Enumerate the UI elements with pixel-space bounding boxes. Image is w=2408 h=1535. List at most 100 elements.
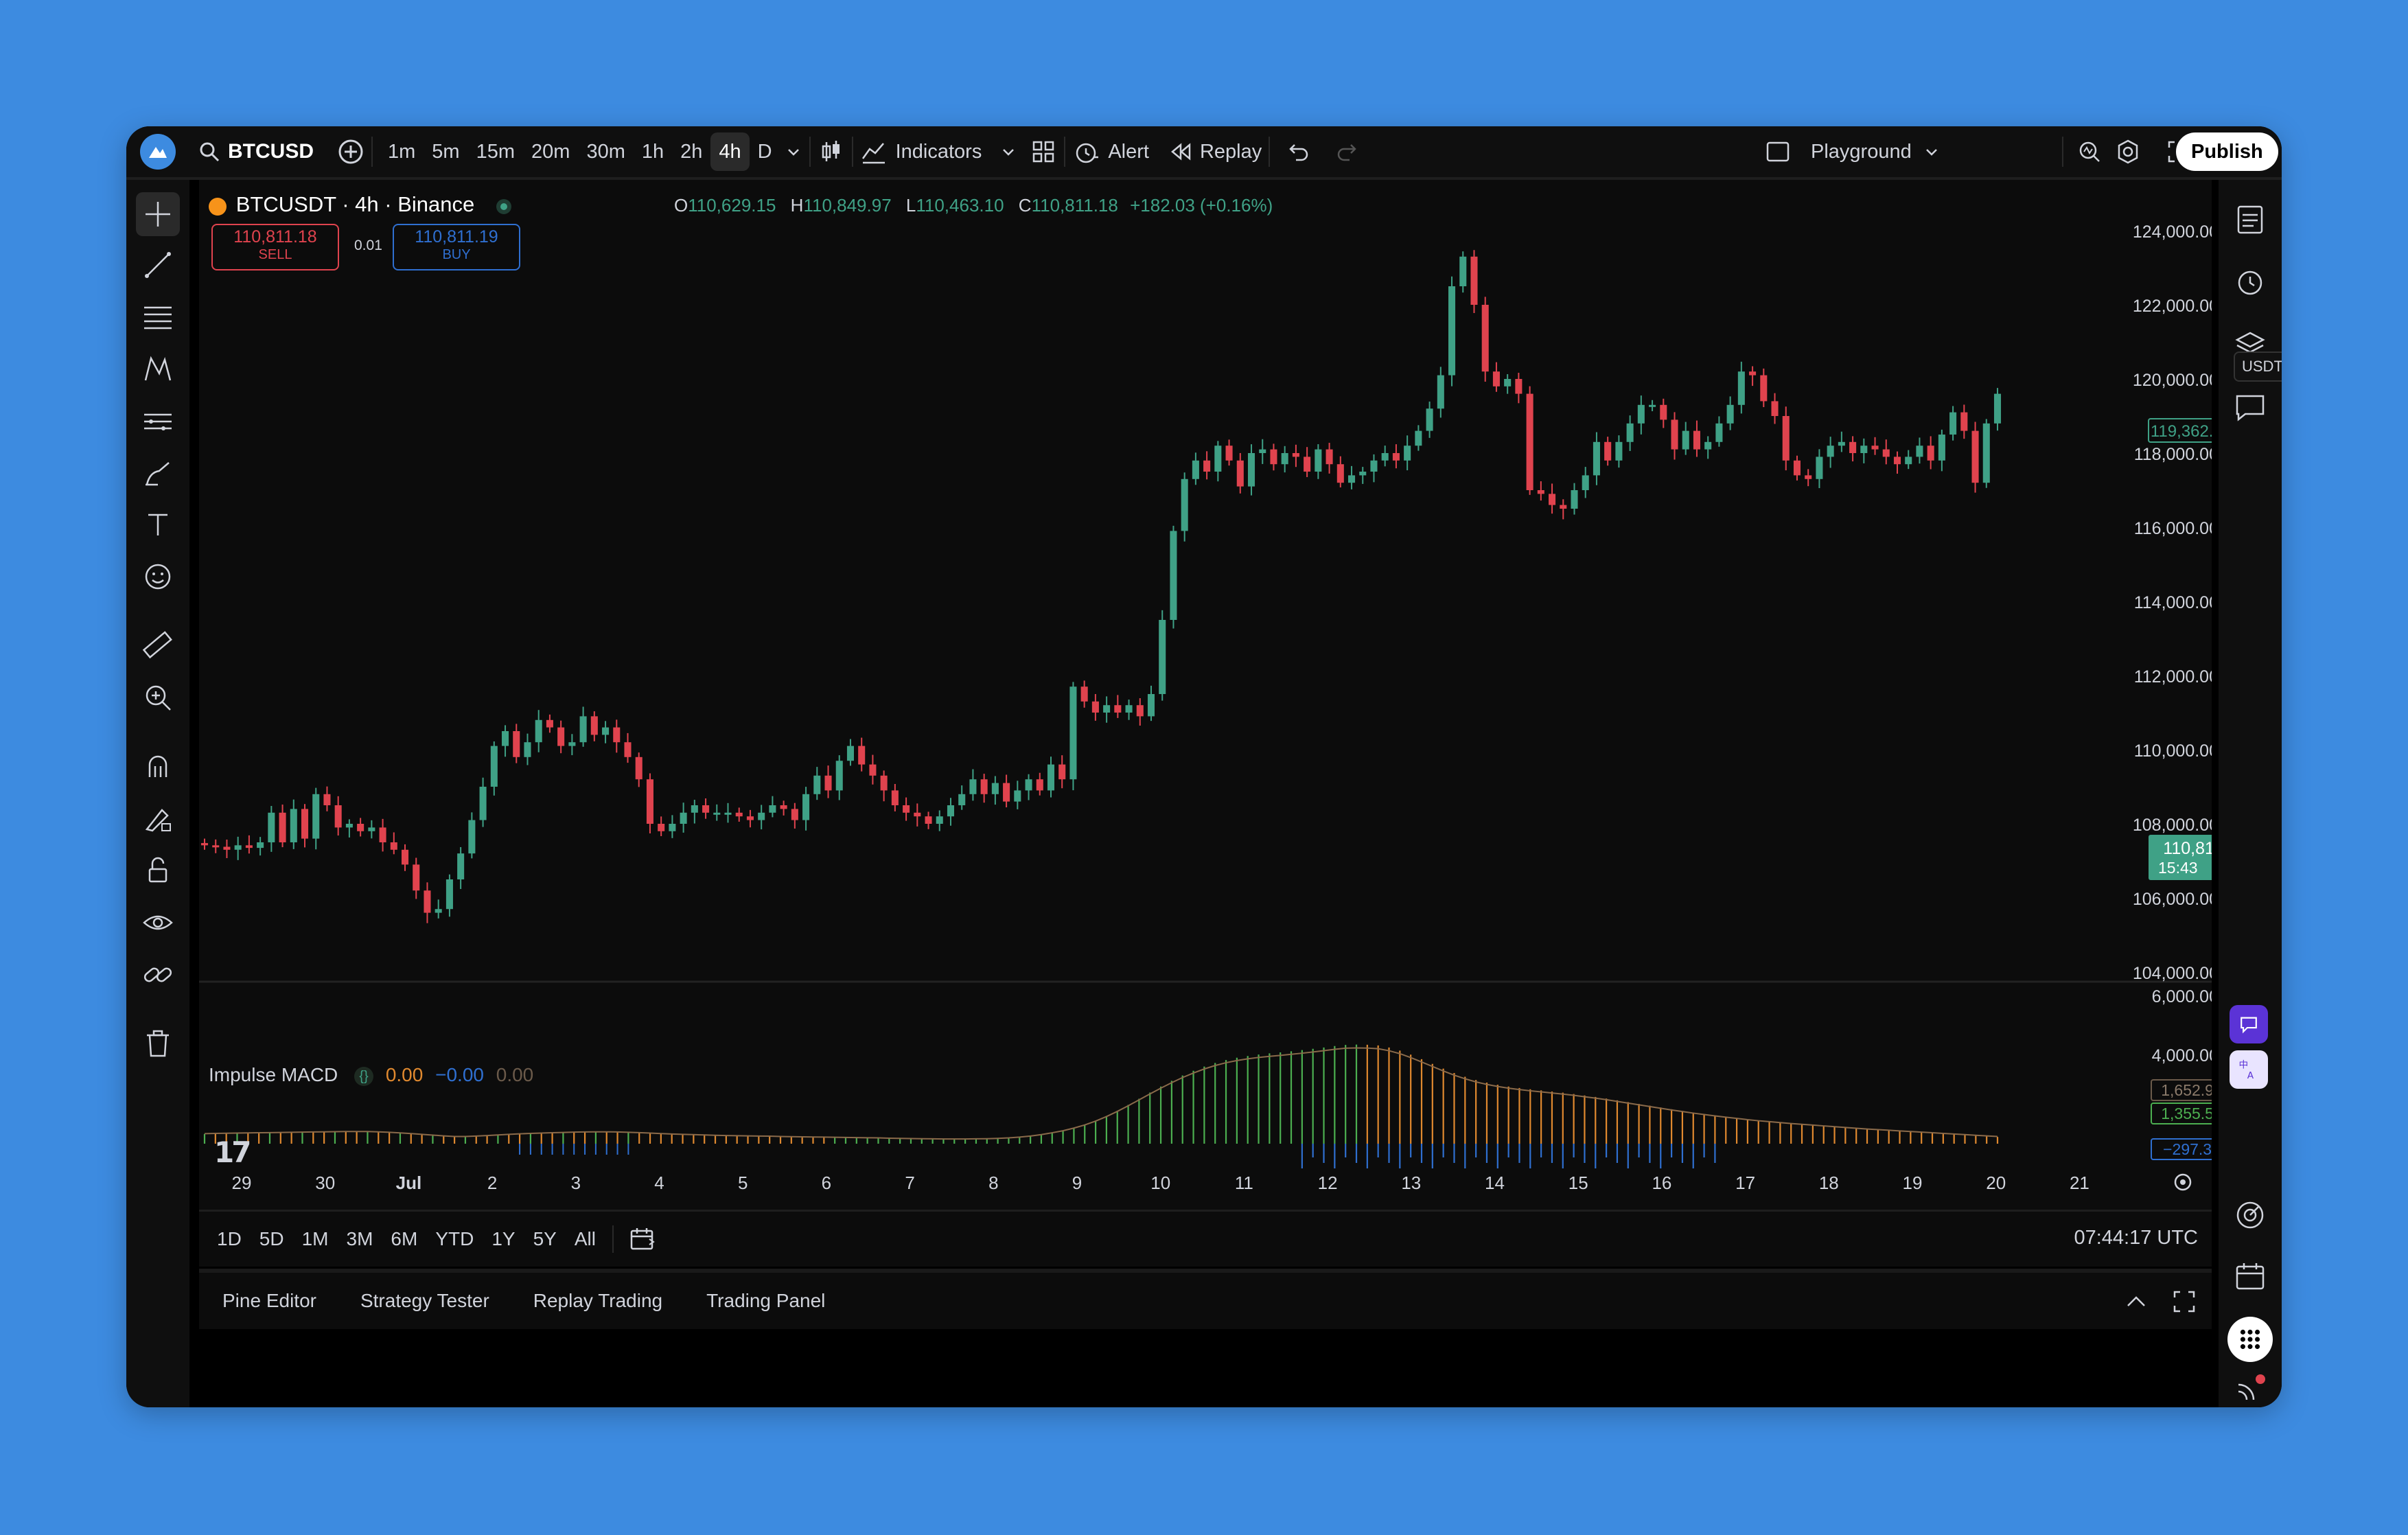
period-3m[interactable]: 3M	[347, 1228, 373, 1250]
interval-15m[interactable]: 15m	[468, 132, 523, 171]
sell-price: 110,811.18	[233, 227, 317, 246]
candle-body	[1359, 472, 1367, 476]
candle-body	[1147, 694, 1155, 717]
apps-grid-icon[interactable]	[2227, 1317, 2273, 1362]
crosshair-tool-icon[interactable]	[136, 192, 180, 236]
interval-1d[interactable]: D	[750, 132, 780, 171]
tab-pine-editor[interactable]: Pine Editor	[222, 1290, 316, 1312]
period-ytd[interactable]: YTD	[435, 1228, 474, 1250]
indicator-name[interactable]: Impulse MACD	[209, 1064, 338, 1085]
symbol-search[interactable]: BTCUSD	[198, 126, 314, 177]
fib-retracement-icon[interactable]	[136, 295, 180, 339]
chart-area[interactable]: 124,000.00 122,000.00 120,000.00 118,000.00…	[199, 180, 2282, 1210]
chevron-up-icon[interactable]	[2122, 1288, 2150, 1315]
assistant-icon[interactable]	[2230, 1005, 2268, 1043]
clock[interactable]: 07:44:17 UTC	[2074, 1227, 2198, 1249]
eye-icon[interactable]	[136, 901, 180, 945]
period-6m[interactable]: 6M	[391, 1228, 417, 1250]
stream-icon[interactable]	[2230, 1367, 2271, 1407]
candle-body	[1080, 686, 1088, 702]
layout-grid-icon[interactable]	[1030, 138, 1057, 165]
zoom-in-icon[interactable]	[136, 676, 180, 719]
interval-4h[interactable]: 4h	[710, 132, 750, 171]
app-logo[interactable]	[140, 134, 176, 170]
lock-drawing-icon[interactable]	[136, 796, 180, 840]
date-range-icon[interactable]	[629, 1225, 656, 1253]
time-tick-label: 7	[905, 1173, 914, 1193]
candle-body	[1069, 686, 1077, 780]
interval-5m[interactable]: 5m	[424, 132, 467, 171]
candle-body	[1938, 435, 1945, 461]
ruler-icon[interactable]	[136, 623, 180, 667]
calendar-icon[interactable]	[2230, 1256, 2271, 1297]
alerts-clock-icon[interactable]	[2230, 261, 2271, 302]
redo-icon[interactable]	[1334, 138, 1362, 165]
add-symbol-icon[interactable]	[337, 138, 364, 165]
candle-body	[1192, 460, 1199, 479]
watchlist-icon[interactable]	[2230, 199, 2271, 240]
chevron-down-icon[interactable]	[999, 143, 1017, 161]
legend-title[interactable]: BTCUSDT · 4h · Binance	[236, 192, 474, 216]
source-code-icon[interactable]: {}	[354, 1066, 374, 1086]
period-1m[interactable]: 1M	[302, 1228, 329, 1250]
chat-icon[interactable]	[2230, 387, 2271, 428]
text-tool-icon[interactable]	[136, 503, 180, 546]
currency-select[interactable]: USDT ⌄	[2234, 351, 2282, 382]
price-chart[interactable]: 124,000.00122,000.00120,000.00118,000.00…	[199, 180, 2212, 1210]
translate-icon[interactable]: 中A	[2230, 1050, 2268, 1089]
magnet-icon[interactable]	[136, 744, 180, 788]
candle-type-icon[interactable]	[818, 138, 845, 165]
period-1y[interactable]: 1Y	[491, 1228, 515, 1250]
interval-1h[interactable]: 1h	[634, 132, 672, 171]
tab-strategy-tester[interactable]: Strategy Tester	[360, 1290, 489, 1312]
target-icon[interactable]	[2230, 1194, 2271, 1236]
candle-body	[345, 824, 353, 828]
tradingview-logo[interactable]: 17	[214, 1135, 251, 1169]
interval-20m[interactable]: 20m	[523, 132, 578, 171]
interval-30m[interactable]: 30m	[578, 132, 633, 171]
layout-selector[interactable]: Playground	[1764, 126, 1941, 177]
candle-body	[1560, 505, 1567, 509]
candle-body	[1515, 379, 1523, 394]
candle-body	[479, 787, 487, 820]
settings-icon[interactable]	[2114, 138, 2142, 165]
candle-body	[925, 816, 932, 824]
trend-line-icon[interactable]	[136, 243, 180, 287]
trash-icon[interactable]	[136, 1022, 180, 1065]
candle-body	[1871, 446, 1879, 450]
chevron-down-icon[interactable]	[785, 143, 802, 161]
rewind-icon	[1167, 138, 1194, 165]
period-1d[interactable]: 1D	[217, 1228, 242, 1250]
candle-body	[1504, 379, 1512, 386]
layout-name: Playground	[1811, 140, 1912, 163]
buy-button[interactable]: 110,811.19 BUY	[393, 224, 520, 270]
candle-body	[1827, 446, 1834, 457]
candle-body	[1336, 464, 1344, 483]
period-5y[interactable]: 5Y	[533, 1228, 557, 1250]
maximize-panel-icon[interactable]	[2170, 1288, 2198, 1315]
emoji-tool-icon[interactable]	[136, 555, 180, 599]
pattern-tool-icon[interactable]	[136, 347, 180, 391]
quick-search-icon[interactable]	[2076, 138, 2103, 165]
price-tick-label: 110,000.00	[2134, 741, 2212, 761]
candle-body	[969, 779, 977, 794]
link-icon[interactable]	[136, 953, 180, 997]
tab-replay-trading[interactable]: Replay Trading	[533, 1290, 662, 1312]
undo-icon[interactable]	[1284, 138, 1311, 165]
interval-1m[interactable]: 1m	[380, 132, 424, 171]
forecast-tool-icon[interactable]	[136, 400, 180, 443]
macd-label-a: 1,652.96	[2161, 1081, 2212, 1099]
candle-body	[1704, 441, 1712, 450]
brush-tool-icon[interactable]	[136, 452, 180, 496]
sell-button[interactable]: 110,811.18 SELL	[211, 224, 339, 270]
alert-button[interactable]: Alert	[1072, 126, 1149, 177]
indicators-button[interactable]: Indicators	[860, 126, 1018, 177]
replay-button[interactable]: Replay	[1167, 126, 1262, 177]
period-all[interactable]: All	[575, 1228, 596, 1250]
chevron-down-icon[interactable]	[1923, 143, 1941, 161]
tab-trading-panel[interactable]: Trading Panel	[706, 1290, 825, 1312]
publish-button[interactable]: Publish	[2176, 132, 2278, 171]
lock-icon[interactable]	[136, 849, 180, 892]
period-5d[interactable]: 5D	[259, 1228, 284, 1250]
interval-2h[interactable]: 2h	[672, 132, 710, 171]
